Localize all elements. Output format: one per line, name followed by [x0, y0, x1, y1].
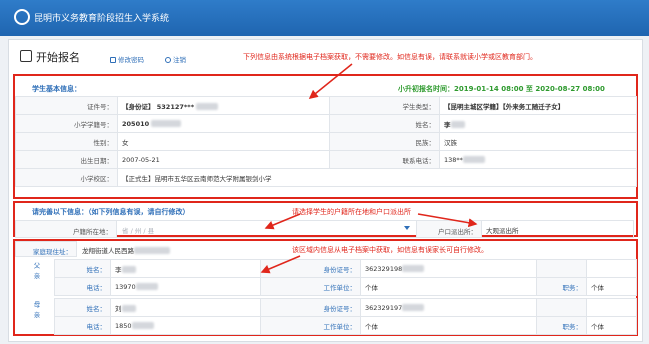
arrow-bottom [260, 255, 301, 274]
arrow-middle-right [417, 213, 478, 228]
arrow-top [308, 63, 353, 99]
annotation-arrows [260, 63, 478, 274]
arrow-middle-left [264, 213, 301, 230]
